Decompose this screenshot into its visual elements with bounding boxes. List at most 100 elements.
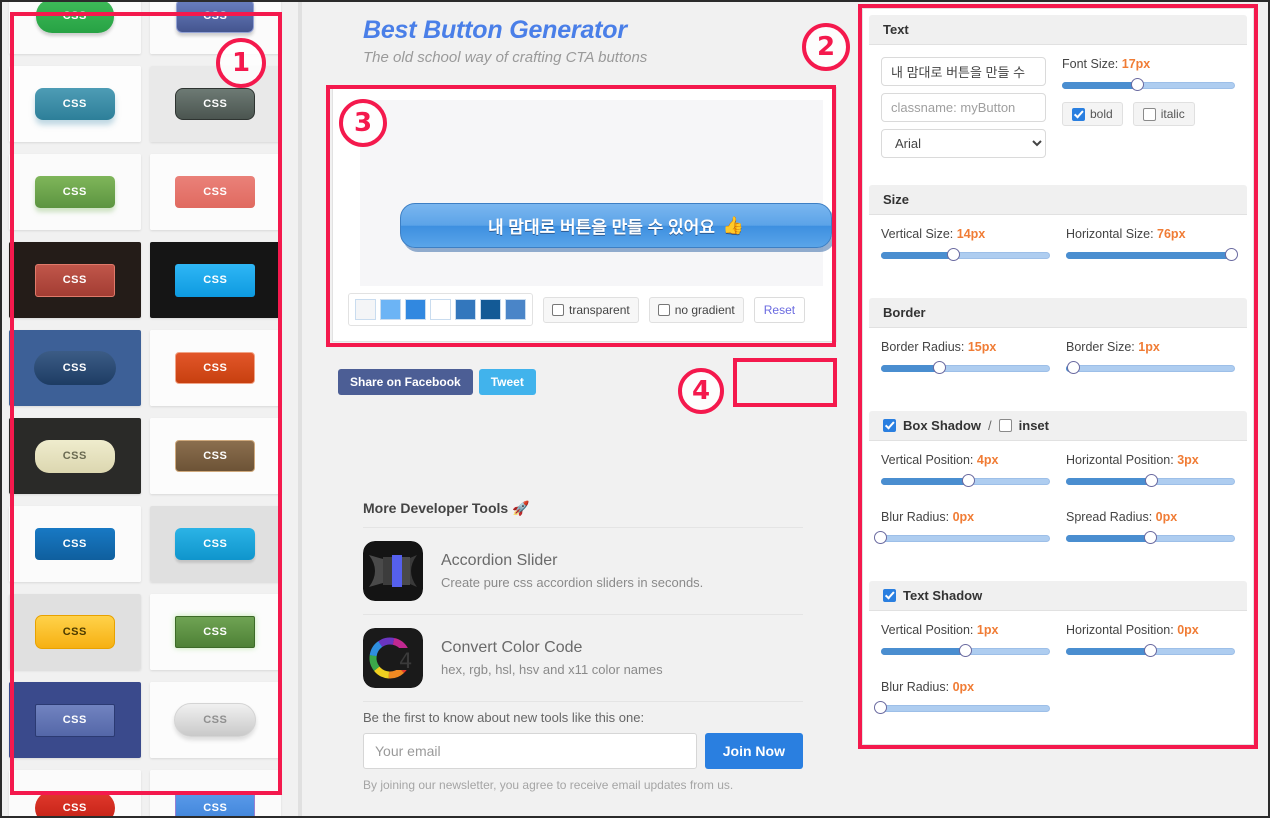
tweet-button[interactable]: Tweet — [478, 369, 536, 395]
inset-checkbox[interactable] — [998, 419, 1012, 432]
button-label-input[interactable] — [881, 57, 1046, 86]
gallery-preset-button[interactable]: CSS — [174, 703, 257, 737]
tool-list-item[interactable]: Accordion Slider Create pure css accordio… — [363, 528, 803, 615]
gallery-preset-button[interactable]: CSS — [175, 440, 256, 472]
gallery-item[interactable]: CSS — [149, 154, 281, 230]
slider-knob[interactable] — [1145, 474, 1159, 487]
font-size-slider[interactable] — [1062, 78, 1235, 92]
slider-knob[interactable] — [874, 701, 887, 714]
gallery-preset-button[interactable]: CSS — [34, 791, 115, 818]
gallery-item[interactable]: CSS — [149, 594, 281, 670]
slider-knob[interactable] — [1143, 644, 1157, 657]
color-swatch[interactable] — [355, 299, 376, 320]
color-swatch-group[interactable] — [348, 293, 533, 326]
gallery-preset-button[interactable]: CSS — [175, 528, 256, 560]
bold-toggle[interactable]: bold — [1062, 102, 1123, 126]
color-swatch[interactable] — [430, 299, 451, 320]
control-label: Blur Radius: 0px — [881, 680, 1050, 694]
classname-input[interactable] — [881, 93, 1046, 122]
gallery-item[interactable]: CSS — [149, 418, 281, 494]
gallery-preset-button[interactable]: CSS — [34, 263, 115, 297]
reset-button[interactable]: Reset — [753, 296, 806, 323]
button-gallery-sidebar[interactable]: CSS CSS CSS CSS CSS CSS CSS CSS CSS CSS CSS CSS CSS C… — [0, 0, 290, 818]
no-gradient-checkbox[interactable]: no gradient — [648, 296, 744, 323]
gallery-item[interactable]: CSS — [9, 154, 141, 230]
gallery-item[interactable]: CSS — [149, 506, 281, 582]
share-on-facebook-button[interactable]: Share on Facebook — [338, 369, 473, 395]
gallery-item[interactable]: CSS — [9, 242, 141, 318]
gallery-preset-button[interactable]: CSS — [175, 176, 256, 208]
color-swatch[interactable] — [480, 299, 501, 320]
gallery-preset-button[interactable]: CSS — [176, 0, 255, 33]
tool-name[interactable]: Accordion Slider — [441, 552, 703, 570]
section-body-text: Arial Font Size: 17px bold italic — [863, 45, 1253, 179]
gallery-preset-button[interactable]: CSS — [34, 615, 115, 649]
gallery-preset-button[interactable]: CSS — [175, 88, 256, 120]
slider-knob[interactable] — [874, 531, 887, 544]
slider-knob[interactable] — [1131, 78, 1145, 91]
slider-knob[interactable] — [946, 248, 960, 261]
tool-name[interactable]: Convert Color Code — [441, 639, 663, 657]
slider-knob[interactable] — [961, 474, 975, 487]
bold-checkbox[interactable] — [1072, 107, 1085, 121]
gallery-preset-button[interactable]: CSS — [175, 616, 256, 648]
slider-knob[interactable] — [1224, 248, 1238, 261]
range-slider[interactable] — [874, 701, 1050, 715]
gallery-item[interactable]: CSS — [9, 506, 141, 582]
range-slider[interactable] — [1066, 248, 1238, 262]
gallery-item[interactable]: CSS — [149, 330, 281, 406]
range-slider[interactable] — [881, 474, 1050, 488]
gallery-preset-button[interactable]: CSS — [34, 176, 115, 208]
gallery-preset-button[interactable]: CSS — [34, 88, 115, 120]
gallery-item[interactable]: CSS — [9, 418, 141, 494]
range-slider[interactable] — [1066, 361, 1235, 375]
italic-checkbox[interactable] — [1142, 107, 1156, 121]
slider-knob[interactable] — [958, 644, 972, 657]
range-slider[interactable] — [881, 361, 1050, 375]
gallery-item[interactable]: CSS — [9, 682, 141, 758]
color-swatch[interactable] — [380, 299, 401, 320]
range-slider[interactable] — [1066, 644, 1235, 658]
section-enable-checkbox[interactable] — [883, 589, 896, 602]
gallery-item[interactable]: CSS — [9, 66, 141, 142]
inset-label: inset — [1018, 418, 1049, 433]
range-slider[interactable] — [874, 531, 1050, 545]
gallery-item[interactable]: CSS — [149, 0, 281, 54]
generated-button-preview[interactable]: 내 맘대로 버튼을 만들 수 있어요 👍 — [400, 203, 832, 248]
section-header-border: Border — [869, 298, 1247, 328]
gallery-preset-button[interactable]: CSS — [33, 351, 116, 385]
range-slider[interactable] — [1066, 531, 1235, 545]
slider-knob[interactable] — [933, 361, 947, 374]
gallery-item[interactable]: CSS — [149, 770, 281, 818]
gallery-item[interactable]: CSS — [9, 330, 141, 406]
slider-knob[interactable] — [1067, 361, 1081, 374]
email-field[interactable] — [363, 733, 697, 769]
gallery-item[interactable]: CSS — [149, 682, 281, 758]
color-swatch[interactable] — [505, 299, 526, 320]
color-swatch[interactable] — [455, 299, 476, 320]
gallery-item[interactable]: CSS — [9, 0, 141, 54]
gallery-item[interactable]: CSS — [149, 242, 281, 318]
gallery-preset-button[interactable]: CSS — [175, 263, 256, 297]
gallery-preset-button[interactable]: CSS — [175, 791, 256, 818]
range-slider[interactable] — [881, 248, 1050, 262]
gallery-preset-button[interactable]: CSS — [35, 0, 114, 33]
transparent-checkbox[interactable]: transparent — [543, 296, 639, 323]
gallery-item[interactable]: CSS — [149, 66, 281, 142]
slider-knob[interactable] — [1143, 531, 1157, 544]
range-slider[interactable] — [1066, 474, 1235, 488]
gallery-preset-button[interactable]: CSS — [34, 439, 115, 473]
gallery-preset-button[interactable]: CSS — [175, 352, 256, 384]
italic-toggle[interactable]: italic — [1132, 102, 1195, 126]
gallery-preset-button[interactable]: CSS — [34, 703, 115, 737]
range-slider[interactable] — [881, 644, 1050, 658]
gallery-item[interactable]: CSS — [9, 594, 141, 670]
color-swatch[interactable] — [405, 299, 426, 320]
section-enable-checkbox[interactable] — [883, 419, 896, 432]
font-family-select[interactable]: Arial — [881, 129, 1046, 158]
control-label: Spread Radius: 0px — [1066, 510, 1235, 524]
gallery-preset-button[interactable]: CSS — [34, 528, 115, 560]
tool-list-item[interactable]: 4 Convert Color Code hex, rgb, hsl, hsv an… — [363, 615, 803, 702]
join-now-button[interactable]: Join Now — [704, 733, 803, 769]
gallery-item[interactable]: CSS — [9, 770, 141, 818]
